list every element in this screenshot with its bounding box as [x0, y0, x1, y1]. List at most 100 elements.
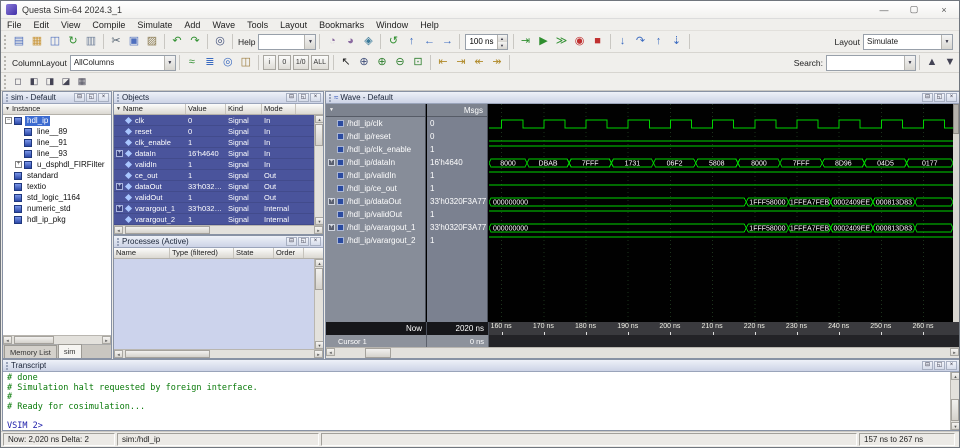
run-length-field[interactable]: 100 ns▲▼	[465, 34, 507, 50]
scroll-left-icon[interactable]: ◄	[326, 348, 335, 356]
tree-item-line__93[interactable]: line__93	[3, 148, 111, 159]
prev-transition-icon[interactable]: ⇤	[434, 54, 452, 72]
copy-icon[interactable]: ▣	[125, 33, 143, 51]
transcript-line[interactable]: VSIM 2>	[7, 422, 955, 431]
wave-cursor-row[interactable]: Cursor 1 0 ns	[326, 335, 959, 347]
scroll-right-icon[interactable]: ►	[314, 350, 323, 358]
toolbar-grip[interactable]	[4, 35, 6, 49]
tree-item-u_dsphdl_firfilter[interactable]: +u_dsphdl_FIRFilter	[3, 159, 111, 170]
toolbar-grip[interactable]	[4, 56, 6, 70]
menu-layout[interactable]: Layout	[274, 19, 313, 30]
wave-signal-validIn[interactable]: /hdl_ip/validIn	[326, 169, 425, 182]
restart-icon[interactable]: ↺	[384, 33, 402, 51]
object-row-reset[interactable]: reset0SignalIn	[114, 126, 323, 137]
search-up-icon[interactable]: ▲	[923, 54, 941, 72]
pane-restore-icon[interactable]: ◻	[10, 74, 26, 89]
menu-compile[interactable]: Compile	[86, 19, 131, 30]
panel-close-icon[interactable]: ×	[946, 361, 957, 370]
stop-icon[interactable]: ■	[589, 33, 607, 51]
scroll-thumb[interactable]	[125, 226, 210, 234]
objects-column-name[interactable]: ▼Name	[114, 104, 186, 114]
run-icon[interactable]: ⇥	[517, 33, 535, 51]
print-icon[interactable]: ▥	[82, 33, 100, 51]
expand-icon[interactable]: +	[328, 198, 335, 205]
continue-run-icon[interactable]: ▶	[535, 33, 553, 51]
expand-icon[interactable]: +	[116, 205, 123, 212]
step-out-icon[interactable]: ↑	[650, 33, 668, 51]
wave-signal-clk_enable[interactable]: /hdl_ip/clk_enable	[326, 143, 425, 156]
columnlayout-combobox[interactable]: AllColumns▼	[70, 55, 176, 71]
panel-grip-icon[interactable]	[329, 94, 331, 102]
panel-grip-icon[interactable]	[117, 238, 119, 246]
add-to-wave-icon[interactable]: ≈	[183, 54, 201, 72]
wave-signal-clk[interactable]: /hdl_ip/clk	[326, 117, 425, 130]
close-button[interactable]: ×	[929, 1, 959, 18]
panel-grip-icon[interactable]	[117, 94, 119, 102]
pane-right-icon[interactable]: ◨	[42, 74, 58, 89]
processes-column-order[interactable]: Order	[274, 248, 304, 258]
wave-horizontal-scrollbar[interactable]: ◄►	[326, 347, 959, 358]
zoom-in-icon[interactable]: ⊕	[373, 54, 391, 72]
objects-rows[interactable]: clk0SignalInreset0SignalInclk_enable1Sig…	[114, 115, 323, 225]
tree-item-standard[interactable]: standard	[3, 170, 111, 181]
scroll-left-icon[interactable]: ◄	[3, 336, 12, 344]
menu-window[interactable]: Window	[370, 19, 414, 30]
environment-back-icon[interactable]: ←	[420, 33, 438, 51]
pane-left-icon[interactable]: ◧	[26, 74, 42, 89]
panel-float-icon[interactable]: ◱	[298, 237, 309, 246]
expand-icon[interactable]: +	[116, 183, 123, 190]
scroll-thumb[interactable]	[951, 399, 959, 421]
collapse-icon[interactable]: −	[5, 117, 12, 124]
scroll-right-icon[interactable]: ►	[314, 226, 323, 234]
scroll-track[interactable]	[315, 267, 323, 341]
scroll-thumb[interactable]	[315, 268, 323, 290]
panel-close-icon[interactable]: ×	[310, 237, 321, 246]
scroll-down-icon[interactable]: ▼	[315, 217, 324, 225]
transcript-content[interactable]: # done# Simulation halt requested by for…	[3, 372, 959, 430]
cursor-track[interactable]	[489, 335, 959, 347]
scroll-thumb[interactable]	[125, 350, 210, 358]
environment-up-icon[interactable]: ↑	[402, 33, 420, 51]
spinner-up-icon[interactable]: ▲	[498, 35, 507, 42]
expand-icon[interactable]: +	[328, 159, 335, 166]
menu-tools[interactable]: Tools	[241, 19, 274, 30]
processes-column-name[interactable]: Name	[114, 248, 170, 258]
tree-item-line__89[interactable]: line__89	[3, 126, 111, 137]
expand-time-icon[interactable]: ◕	[341, 33, 359, 51]
menu-view[interactable]: View	[55, 19, 86, 30]
wave-signal-dataIn[interactable]: +/hdl_ip/dataIn	[326, 156, 425, 169]
scroll-right-icon[interactable]: ►	[102, 336, 111, 344]
wave-vertical-scrollbar[interactable]	[953, 104, 959, 322]
object-row-validOut[interactable]: validOut1SignalOut	[114, 192, 323, 203]
collapse-time-icon[interactable]: ◔	[323, 33, 341, 51]
zoom-mode-icon[interactable]: ⊕	[355, 54, 373, 72]
wave-names-column[interactable]: ▼/hdl_ip/clk/hdl_ip/reset/hdl_ip/clk_ena…	[326, 104, 426, 322]
object-row-varargout_2[interactable]: varargout_21SignalInternal	[114, 214, 323, 225]
scroll-thumb[interactable]	[315, 124, 323, 146]
menu-add[interactable]: Add	[178, 19, 206, 30]
objects-vertical-scrollbar[interactable]: ▲▼	[314, 115, 323, 225]
titlebar[interactable]: Questa Sim-64 2024.3_1 —▢×	[1, 1, 959, 19]
tab-sim[interactable]: sim	[58, 344, 82, 358]
panel-float-icon[interactable]: ◱	[298, 93, 309, 102]
scroll-track[interactable]	[12, 336, 102, 344]
object-row-varargout_1[interactable]: +varargout_133'h0320F3A77SignalInternal	[114, 203, 323, 214]
panel-float-icon[interactable]: ◱	[86, 93, 97, 102]
scroll-track[interactable]	[951, 380, 959, 422]
objects-column-value[interactable]: Value	[186, 104, 226, 114]
object-row-dataOut[interactable]: +dataOut33'h0320F3A77SignalOut	[114, 181, 323, 192]
open-file-icon[interactable]: ▦	[28, 33, 46, 51]
objects-column-mode[interactable]: Mode	[262, 104, 296, 114]
zoom-full-icon[interactable]: ⊡	[409, 54, 427, 72]
pane-grid-icon[interactable]: ▦	[74, 74, 90, 89]
expand-icon[interactable]: +	[328, 224, 335, 231]
objects-horizontal-scrollbar[interactable]: ◄►	[114, 225, 323, 234]
force-all-button[interactable]: ALL	[311, 55, 329, 70]
sim-horizontal-scrollbar[interactable]: ◄►	[3, 335, 111, 344]
menu-bookmarks[interactable]: Bookmarks	[313, 19, 370, 30]
tab-memory-list[interactable]: Memory List	[4, 345, 57, 358]
wave-signal-ce_out[interactable]: /hdl_ip/ce_out	[326, 182, 425, 195]
panel-dock-icon[interactable]: ⊟	[286, 237, 297, 246]
cut-icon[interactable]: ✂	[107, 33, 125, 51]
instance-tree[interactable]: −hdl_ipline__89line__91line__93+u_dsphdl…	[3, 115, 111, 335]
